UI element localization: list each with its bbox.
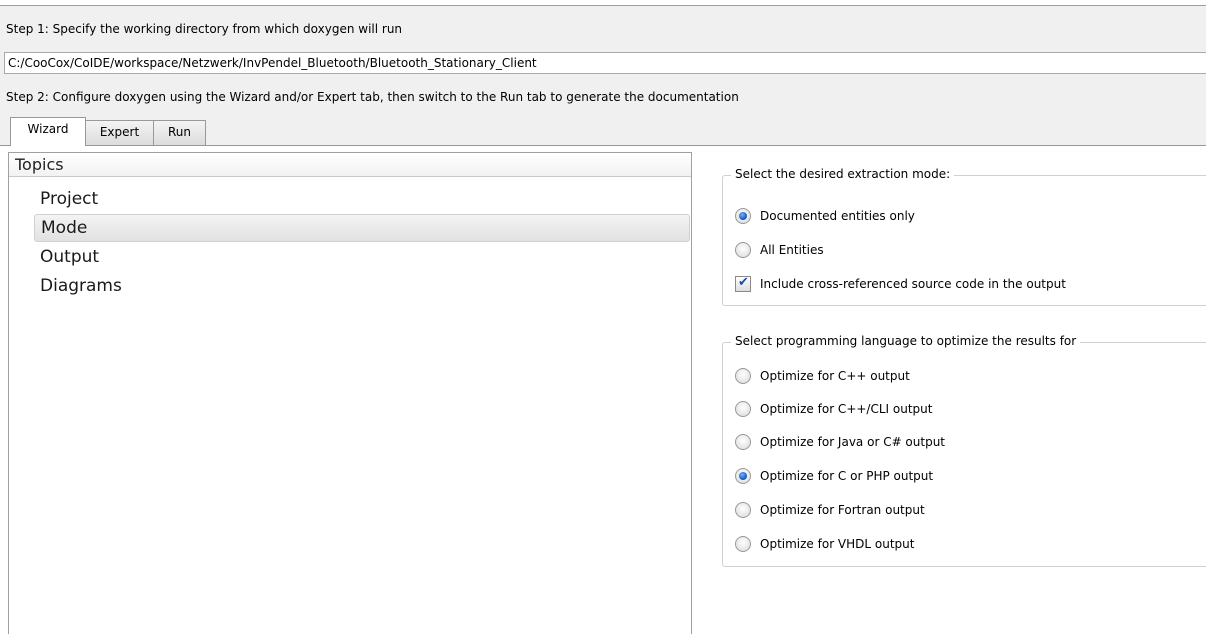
step1-label: Step 1: Specify the working directory fr…	[6, 22, 403, 36]
checkbox-label: Include cross-referenced source code in …	[760, 277, 1066, 291]
radio-unchecked-icon[interactable]	[735, 536, 751, 552]
radio-documented-entities[interactable]: Documented entities only	[735, 206, 915, 226]
radio-label: All Entities	[760, 243, 824, 257]
tab-expert[interactable]: Expert	[85, 120, 154, 145]
radio-fortran[interactable]: Optimize for Fortran output	[735, 500, 925, 520]
extraction-mode-group: Select the desired extraction mode: Docu…	[722, 167, 1206, 306]
radio-label: Optimize for C or PHP output	[760, 469, 934, 483]
language-optimization-title: Select programming language to optimize …	[731, 334, 1081, 348]
tab-run[interactable]: Run	[153, 120, 206, 145]
radio-cpp-cli[interactable]: Optimize for C++/CLI output	[735, 399, 932, 419]
topic-item-project[interactable]: Project	[34, 186, 690, 214]
checkbox-checked-icon[interactable]	[735, 275, 751, 292]
radio-java-csharp[interactable]: Optimize for Java or C# output	[735, 432, 945, 452]
topics-header: Topics	[9, 153, 691, 177]
extraction-mode-title: Select the desired extraction mode:	[731, 167, 955, 181]
radio-checked-icon[interactable]	[735, 208, 751, 224]
radio-vhdl[interactable]: Optimize for VHDL output	[735, 534, 915, 554]
checkbox-cross-referenced[interactable]: Include cross-referenced source code in …	[735, 274, 1066, 294]
radio-unchecked-icon[interactable]	[735, 401, 751, 417]
radio-label: Optimize for C++ output	[760, 369, 910, 383]
topics-panel: Topics Project Mode Output Diagrams	[8, 152, 692, 634]
topic-item-output[interactable]: Output	[34, 244, 690, 272]
radio-label: Optimize for VHDL output	[760, 537, 915, 551]
radio-unchecked-icon[interactable]	[735, 434, 751, 450]
radio-label: Optimize for Java or C# output	[760, 435, 946, 449]
working-directory-field[interactable]: C:/CooCox/CoIDE/workspace/Netzwerk/InvPe…	[4, 52, 1206, 74]
radio-label: Documented entities only	[760, 209, 915, 223]
radio-c-php[interactable]: Optimize for C or PHP output	[735, 466, 933, 486]
radio-label: Optimize for Fortran output	[760, 503, 925, 517]
radio-cpp[interactable]: Optimize for C++ output	[735, 366, 910, 386]
tab-wizard[interactable]: Wizard	[10, 117, 86, 146]
topic-item-diagrams[interactable]: Diagrams	[34, 273, 690, 301]
language-optimization-group: Select programming language to optimize …	[722, 334, 1206, 567]
step2-label: Step 2: Configure doxygen using the Wiza…	[6, 90, 739, 104]
topic-item-mode[interactable]: Mode	[34, 214, 690, 242]
window-top-edge	[0, 0, 1206, 6]
radio-unchecked-icon[interactable]	[735, 368, 751, 384]
radio-unchecked-icon[interactable]	[735, 502, 751, 518]
radio-checked-icon[interactable]	[735, 468, 751, 484]
radio-all-entities[interactable]: All Entities	[735, 240, 824, 260]
tab-divider	[0, 145, 1206, 146]
radio-unchecked-icon[interactable]	[735, 242, 751, 258]
radio-label: Optimize for C++/CLI output	[760, 402, 933, 416]
